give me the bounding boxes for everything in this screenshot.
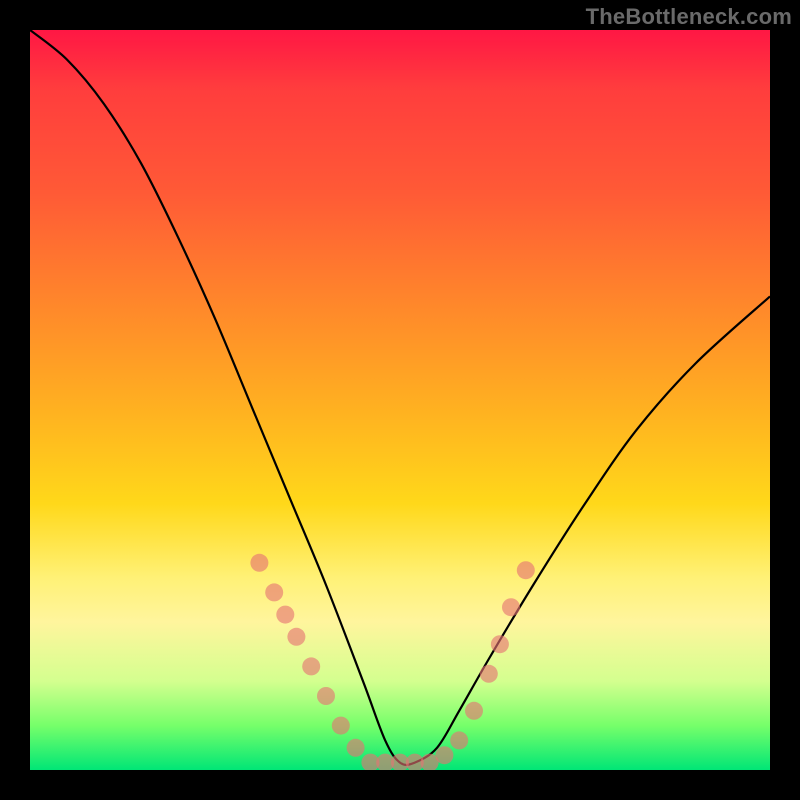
marker-point [332, 717, 350, 735]
marker-point [450, 731, 468, 749]
marker-group [250, 554, 534, 770]
marker-point [317, 687, 335, 705]
marker-point [276, 606, 294, 624]
marker-point [302, 657, 320, 675]
marker-point [502, 598, 520, 616]
marker-point [491, 635, 509, 653]
curve-svg [30, 30, 770, 770]
marker-point [250, 554, 268, 572]
marker-point [465, 702, 483, 720]
marker-point [287, 628, 305, 646]
plot-area [30, 30, 770, 770]
marker-point [517, 561, 535, 579]
marker-point [435, 746, 453, 764]
marker-point [265, 583, 283, 601]
watermark-text: TheBottleneck.com [586, 4, 792, 30]
marker-point [480, 665, 498, 683]
chart-container: TheBottleneck.com [0, 0, 800, 800]
marker-point [347, 739, 365, 757]
bottleneck-curve [30, 30, 770, 765]
